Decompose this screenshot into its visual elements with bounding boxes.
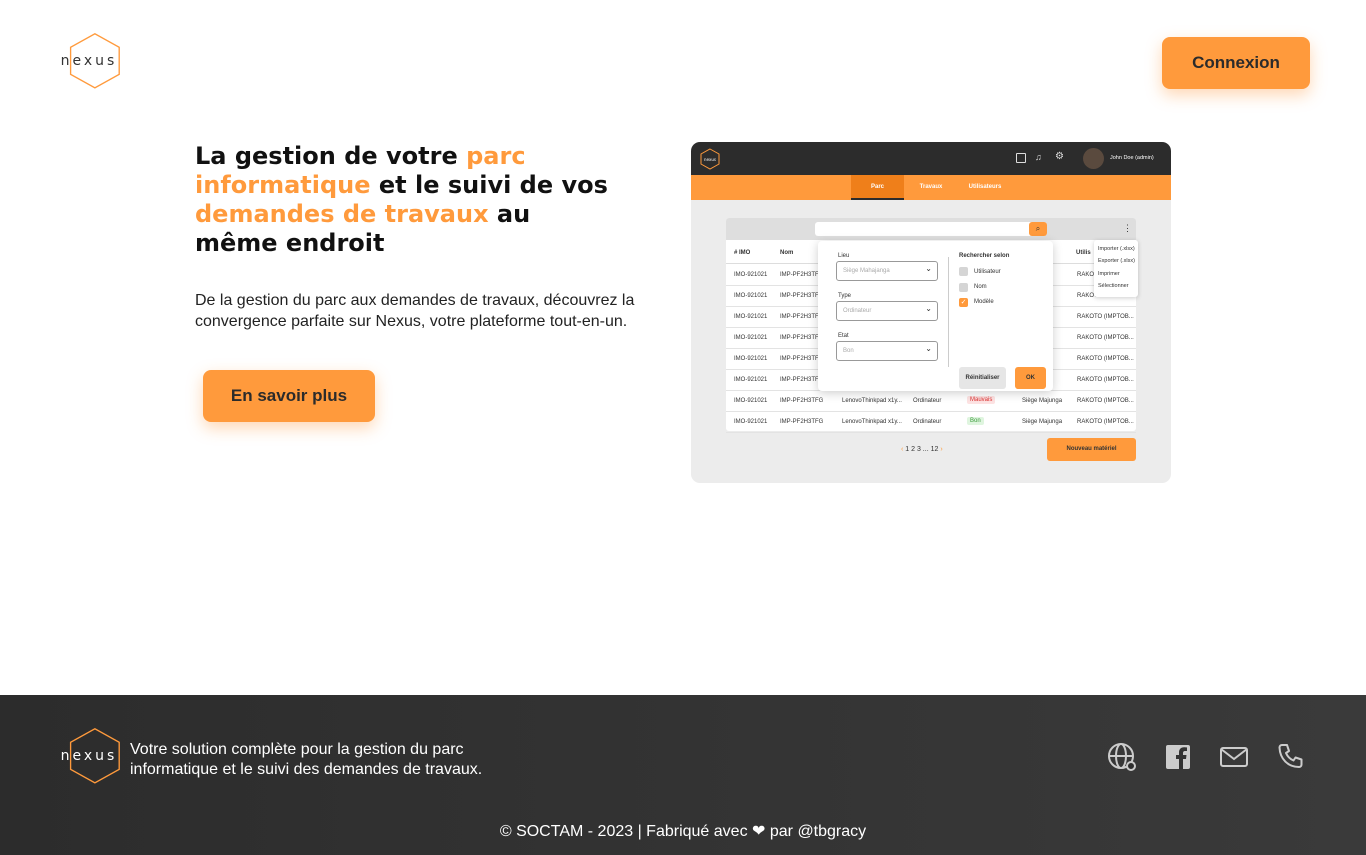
cell-etat: Mauvais: [967, 396, 996, 404]
ok-button: OK: [1015, 367, 1046, 389]
footer-logo[interactable]: nexus: [57, 727, 121, 785]
table-row: IMO-921021 IMP-PF2H3TFG LenovoThinkpad x1y…: [726, 391, 1136, 412]
learn-more-button[interactable]: En savoir plus: [203, 370, 375, 422]
new-equipment-button: Nouveau matériel: [1047, 438, 1136, 461]
cell-nom: IMP-PF2H3TFG: [780, 314, 824, 320]
app-preview-image: nexus ♫ ⚙ John Doe (admin) Parc Travaux …: [691, 142, 1171, 483]
prev-icon: ‹: [901, 446, 904, 453]
cell-desc: LenovoThinkpad x1y...: [842, 419, 902, 425]
etat-select: Bon: [836, 340, 938, 361]
col-utilisateur: Utilis: [1076, 250, 1091, 256]
tab-parc: Parc: [851, 175, 904, 200]
facebook-icon[interactable]: [1162, 741, 1194, 773]
col-nom: Nom: [780, 250, 794, 256]
copyright: © SOCTAM - 2023 | Fabriqué avec ❤ par @t…: [499, 823, 867, 840]
actions-menu: Importer (.xlsx) Exporter (.xlsx) Imprim…: [1094, 240, 1138, 297]
footer-logo-text: nexus: [60, 748, 118, 764]
option-utilisateur: Utilisateur: [974, 269, 1001, 275]
cell-nom: IMP-PF2H3TFG: [780, 419, 824, 425]
cell-imo: IMO-921021: [734, 398, 768, 404]
pagination: ‹ 1 2 3 ... 12 ›: [901, 446, 943, 453]
cell-desc: LenovoThinkpad x1y...: [842, 398, 902, 404]
cell-user: RAKOTO (IMPTOB...: [1077, 398, 1134, 404]
phone-icon[interactable]: [1274, 741, 1306, 773]
reset-button: Réinitialiser: [959, 367, 1006, 389]
hero-description: De la gestion du parc aux demandes de tr…: [195, 292, 635, 330]
cell-user: RAKOTO (IMPTOB...: [1077, 356, 1134, 362]
nexus-logo[interactable]: nexus: [57, 32, 121, 90]
lieu-select: Siège Mahajanga: [836, 260, 938, 281]
globe-icon[interactable]: [1106, 741, 1138, 773]
tab-travaux: Travaux: [919, 184, 943, 190]
cell-imo: IMO-921021: [734, 377, 768, 383]
menu-print: Imprimer: [1098, 271, 1120, 277]
cell-user: RAKOTO (IMPTOB...: [1077, 377, 1134, 383]
menu-select: Sélectionner: [1098, 283, 1129, 289]
footer-tagline: Votre solution complète pour la gestion …: [130, 741, 483, 778]
mockup-search-button: ⌕: [1029, 222, 1047, 236]
cell-imo: IMO-921021: [734, 356, 768, 362]
footer: nexus Votre solution complète pour la ge…: [0, 695, 1366, 855]
hero-title-highlight: demandes de travaux: [195, 200, 489, 228]
calendar-icon: [1016, 153, 1026, 163]
more-icon: ⋮: [1123, 223, 1132, 233]
user-name: John Doe (admin): [1110, 155, 1154, 161]
cell-imo: IMO-921021: [734, 314, 768, 320]
hero-title-text: et le suivi de vos: [370, 171, 608, 199]
mockup-topbar: nexus ♫ ⚙ John Doe (admin): [691, 142, 1171, 175]
search-by-title: Rechercher selon: [959, 253, 1010, 259]
option-nom: Nom: [974, 284, 987, 290]
svg-text:nexus: nexus: [704, 157, 716, 162]
popup-divider: [948, 257, 949, 367]
tab-utilisateurs: Utilisateurs: [968, 184, 1002, 190]
page-numbers: 1 2 3 ... 12: [905, 446, 939, 453]
checkbox-nom: [959, 283, 968, 292]
table-searchbar: ⌕ ⋮: [726, 218, 1136, 240]
option-modele: Modèle: [974, 299, 994, 305]
login-button[interactable]: Connexion: [1162, 37, 1310, 89]
next-icon: ›: [940, 446, 943, 453]
cell-nom: IMP-PF2H3TFG: [780, 335, 824, 341]
cell-nom: IMP-PF2H3TFG: [780, 398, 824, 404]
logo-text: nexus: [60, 53, 118, 69]
mockup-logo-icon: nexus: [700, 148, 720, 170]
menu-import: Importer (.xlsx): [1098, 246, 1135, 252]
type-select: Ordinateur: [836, 300, 938, 321]
cell-nom: IMP-PF2H3TFG: [780, 293, 824, 299]
cell-imo: IMO-921021: [734, 293, 768, 299]
filter-popup: Lieu Siège Mahajanga Type Ordinateur Eta…: [818, 241, 1053, 391]
etat-label: Etat: [838, 333, 849, 339]
cell-etat: Bon: [967, 417, 984, 425]
bell-icon: ♫: [1035, 152, 1042, 162]
cell-user: RAKOTO (IMPTOB...: [1077, 314, 1134, 320]
hero-title-text: La gestion de votre: [195, 142, 467, 170]
cell-imo: IMO-921021: [734, 419, 768, 425]
lieu-label: Lieu: [838, 253, 850, 259]
cell-lieu: Siège Majunga: [1022, 398, 1063, 404]
checkbox-utilisateur: [959, 267, 968, 276]
avatar: [1083, 148, 1104, 169]
col-imo: # IMO: [734, 250, 751, 256]
cell-nom: IMP-PF2H3TFG: [780, 356, 824, 362]
menu-export: Exporter (.xlsx): [1098, 258, 1135, 264]
cell-user: RAKOTO (IMPTOB...: [1077, 419, 1134, 425]
mail-icon[interactable]: [1218, 741, 1250, 773]
cell-user: RAKOTO (IMPTOB...: [1077, 335, 1134, 341]
cell-lieu: Siège Majunga: [1022, 419, 1063, 425]
cell-type: Ordinateur: [913, 398, 942, 404]
cell-nom: IMP-PF2H3TFG: [780, 377, 824, 383]
checkbox-modele: ✓: [959, 298, 968, 307]
cell-imo: IMO-921021: [734, 335, 768, 341]
cell-type: Ordinateur: [913, 419, 942, 425]
gear-icon: ⚙: [1055, 151, 1064, 162]
table-row: IMO-921021 IMP-PF2H3TFG LenovoThinkpad x1y…: [726, 412, 1136, 433]
cell-nom: IMP-PF2H3TFG: [780, 272, 824, 278]
mockup-search-input: [815, 222, 1047, 236]
cell-imo: IMO-921021: [734, 272, 768, 278]
hero-title: La gestion de votre parc informatique et…: [195, 142, 615, 258]
type-label: Type: [838, 293, 852, 299]
